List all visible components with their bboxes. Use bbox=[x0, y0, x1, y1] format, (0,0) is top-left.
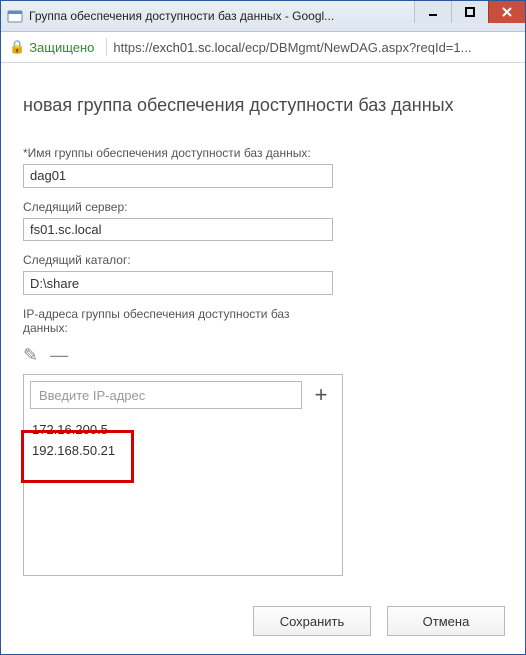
url-display[interactable]: https://exch01.sc.local/ecp/DBMgmt/NewDA… bbox=[113, 40, 471, 55]
add-ip-button[interactable]: + bbox=[306, 381, 336, 409]
cancel-button[interactable]: Отмена bbox=[387, 606, 505, 636]
window-title: Группа обеспечения доступности баз данны… bbox=[29, 9, 414, 23]
ip-list: 172.16.200.5 192.168.50.21 bbox=[30, 419, 336, 569]
url-path: /ecp/DBMgmt/NewDAG.aspx?reqId=1... bbox=[241, 40, 471, 55]
maximize-button[interactable] bbox=[451, 1, 488, 23]
ip-panel: + 172.16.200.5 192.168.50.21 bbox=[23, 374, 343, 576]
page-heading: новая группа обеспечения доступности баз… bbox=[23, 95, 503, 116]
ip-add-row: + bbox=[30, 381, 336, 409]
save-button[interactable]: Сохранить bbox=[253, 606, 371, 636]
dag-name-label: *Имя группы обеспечения доступности баз … bbox=[23, 146, 503, 160]
url-prefix: https:// bbox=[113, 40, 152, 55]
dag-name-input[interactable] bbox=[23, 164, 333, 188]
window-frame: Группа обеспечения доступности баз данны… bbox=[0, 0, 526, 655]
witness-server-input[interactable] bbox=[23, 218, 333, 242]
list-item[interactable]: 192.168.50.21 bbox=[30, 440, 336, 461]
ip-input[interactable] bbox=[30, 381, 302, 409]
dialog-footer: Сохранить Отмена bbox=[1, 588, 525, 654]
ip-list-label: IP-адреса группы обеспечения доступности… bbox=[23, 307, 303, 335]
titlebar: Группа обеспечения доступности баз данны… bbox=[1, 1, 525, 32]
secure-label: Защищено bbox=[29, 40, 94, 55]
address-bar: 🔒 Защищено https://exch01.sc.local/ecp/D… bbox=[1, 32, 525, 63]
form-content: новая группа обеспечения доступности баз… bbox=[1, 63, 525, 588]
remove-icon[interactable]: — bbox=[50, 345, 68, 366]
url-host: exch01.sc.local bbox=[152, 40, 241, 55]
lock-icon: 🔒 bbox=[9, 39, 25, 55]
witness-dir-label: Следящий каталог: bbox=[23, 253, 503, 267]
app-icon bbox=[7, 8, 23, 24]
witness-server-label: Следящий сервер: bbox=[23, 200, 503, 214]
close-button[interactable] bbox=[488, 1, 525, 23]
divider bbox=[106, 38, 107, 56]
witness-dir-input[interactable] bbox=[23, 271, 333, 295]
edit-icon[interactable]: ✎ bbox=[23, 345, 38, 366]
list-item[interactable]: 172.16.200.5 bbox=[30, 419, 336, 440]
window-controls bbox=[414, 1, 525, 31]
minimize-button[interactable] bbox=[414, 1, 451, 23]
ip-toolbar: ✎ — bbox=[23, 345, 503, 366]
